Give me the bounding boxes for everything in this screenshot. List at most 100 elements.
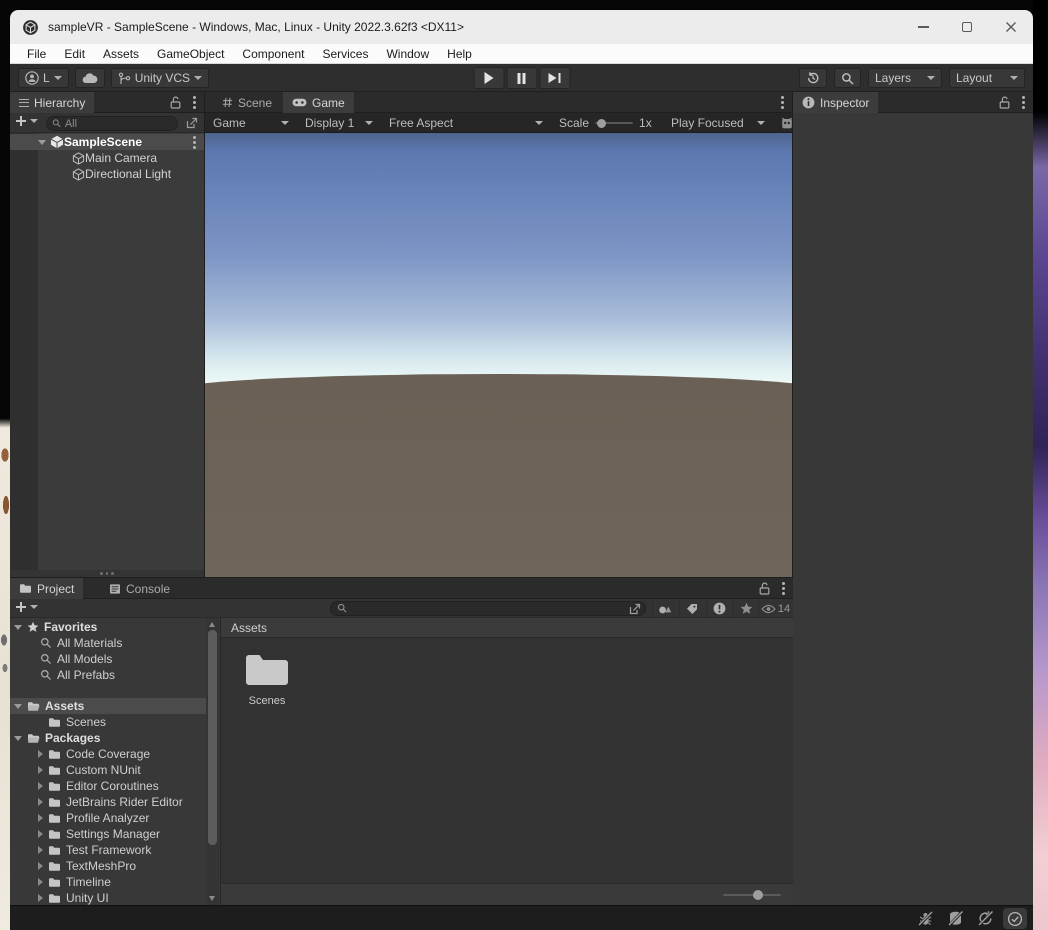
project-search-field[interactable] [330,601,646,616]
unlock-icon[interactable] [170,96,181,109]
asset-folder-scenes[interactable]: Scenes [235,650,299,707]
menu-window[interactable]: Window [377,44,438,63]
menu-file[interactable]: File [18,44,55,63]
minimize-button[interactable] [901,10,945,44]
foldout-open-icon[interactable] [14,736,22,741]
project-menu-icon[interactable] [782,587,785,590]
tree-row-favorites[interactable]: Favorites [10,619,206,635]
tab-console[interactable]: Console [100,578,179,599]
scale-slider[interactable] [595,122,633,124]
foldout-closed-icon[interactable] [38,894,43,902]
tree-row-all-materials[interactable]: All Materials [10,635,206,651]
popout-search-icon[interactable] [629,603,641,615]
tab-inspector[interactable]: Inspector [793,92,878,113]
foldout-closed-icon[interactable] [38,766,43,774]
hierarchy-search-input[interactable] [65,118,172,130]
play-focus-dropdown[interactable]: Play Focused [665,113,771,133]
foldout-closed-icon[interactable] [38,750,43,758]
foldout-closed-icon[interactable] [38,814,43,822]
maximize-button[interactable] [945,10,989,44]
hidden-packages-toggle[interactable]: 14 [758,600,792,617]
hierarchy-menu-icon[interactable] [193,101,196,104]
menu-component[interactable]: Component [233,44,313,63]
tree-row-package[interactable]: Code Coverage [10,746,206,762]
foldout-closed-icon[interactable] [38,878,43,886]
account-dropdown[interactable]: L [18,68,69,88]
unity-vcs-dropdown[interactable]: Unity VCS [111,68,209,88]
foldout-closed-icon[interactable] [38,846,43,854]
popout-search-icon[interactable] [186,117,198,129]
cloud-services-button[interactable] [75,68,105,88]
scene-options-icon[interactable] [193,141,196,144]
cache-server-disconnected-button[interactable] [943,908,967,929]
background-tasks-button[interactable] [1003,908,1027,929]
hierarchy-row-directional-light[interactable]: Directional Light [10,166,204,182]
menu-services[interactable]: Services [313,44,377,63]
tree-row-package[interactable]: Unity UI [10,890,206,905]
tree-row-package[interactable]: Profile Analyzer [10,810,206,826]
display-target-dropdown[interactable]: Game [207,113,295,133]
undo-history-button[interactable] [799,68,827,88]
game-panel-menu-icon[interactable] [781,101,784,104]
close-button[interactable] [989,10,1033,44]
debugger-disabled-button[interactable] [913,908,937,929]
search-by-import-log-button[interactable] [706,600,731,617]
search-by-label-button[interactable] [679,600,704,617]
project-tree-scrollbar[interactable] [206,618,219,905]
tab-hierarchy[interactable]: Hierarchy [10,92,94,113]
tree-row-package[interactable]: Test Framework [10,842,206,858]
menu-help[interactable]: Help [438,44,481,63]
foldout-closed-icon[interactable] [38,782,43,790]
tab-game[interactable]: Game [283,92,354,113]
tree-row-all-prefabs[interactable]: All Prefabs [10,667,206,683]
tree-row-all-models[interactable]: All Models [10,651,206,667]
menu-assets[interactable]: Assets [94,44,148,63]
layout-dropdown[interactable]: Layout [949,68,1025,88]
foldout-closed-icon[interactable] [38,798,43,806]
add-gameobject-button[interactable] [16,116,38,126]
foldout-closed-icon[interactable] [38,830,43,838]
foldout-open-icon[interactable] [38,140,46,145]
tab-project[interactable]: Project [10,578,83,599]
scale-slider-thumb[interactable] [597,119,606,128]
auto-refresh-disabled-button[interactable] [973,908,997,929]
panel-resize-grip[interactable] [10,570,204,577]
play-button[interactable] [473,67,504,89]
saved-searches-button[interactable] [733,600,758,617]
tree-row-package[interactable]: Settings Manager [10,826,206,842]
hierarchy-row-main-camera[interactable]: Main Camera [10,150,204,166]
create-asset-button[interactable] [16,602,38,612]
unlock-icon[interactable] [999,96,1010,109]
project-search-input[interactable] [352,603,625,615]
menu-edit[interactable]: Edit [55,44,94,63]
tree-row-scenes[interactable]: Scenes [10,714,206,730]
tree-row-package[interactable]: Timeline [10,874,206,890]
foldout-closed-icon[interactable] [38,862,43,870]
thumbnail-size-slider[interactable] [723,894,781,896]
tree-row-package[interactable]: JetBrains Rider Editor [10,794,206,810]
tree-row-packages[interactable]: Packages [10,730,206,746]
scrollbar-thumb[interactable] [208,630,217,845]
inspector-menu-icon[interactable] [1022,101,1025,104]
global-search-button[interactable] [834,68,861,88]
foldout-open-icon[interactable] [14,625,22,630]
hierarchy-row-scene[interactable]: SampleScene [10,134,204,150]
game-viewport[interactable] [205,133,792,577]
unlock-icon[interactable] [759,582,770,595]
hierarchy-search-field[interactable] [46,116,178,131]
thumbnail-size-thumb[interactable] [753,890,763,900]
tab-scene[interactable]: Scene [213,92,281,113]
step-button[interactable] [539,67,570,89]
tree-row-package[interactable]: Editor Coroutines [10,778,206,794]
menu-gameobject[interactable]: GameObject [148,44,233,63]
tree-row-package[interactable]: Custom NUnit [10,762,206,778]
scroll-up-icon[interactable] [209,622,215,627]
foldout-open-icon[interactable] [14,704,22,709]
pause-button[interactable] [506,67,537,89]
display-dropdown[interactable]: Display 1 [299,113,379,133]
aspect-ratio-dropdown[interactable]: Free Aspect [383,113,549,133]
scroll-down-icon[interactable] [209,896,215,901]
tree-row-package[interactable]: TextMeshPro [10,858,206,874]
tree-row-assets[interactable]: Assets [10,698,206,714]
search-by-type-button[interactable] [652,600,677,617]
